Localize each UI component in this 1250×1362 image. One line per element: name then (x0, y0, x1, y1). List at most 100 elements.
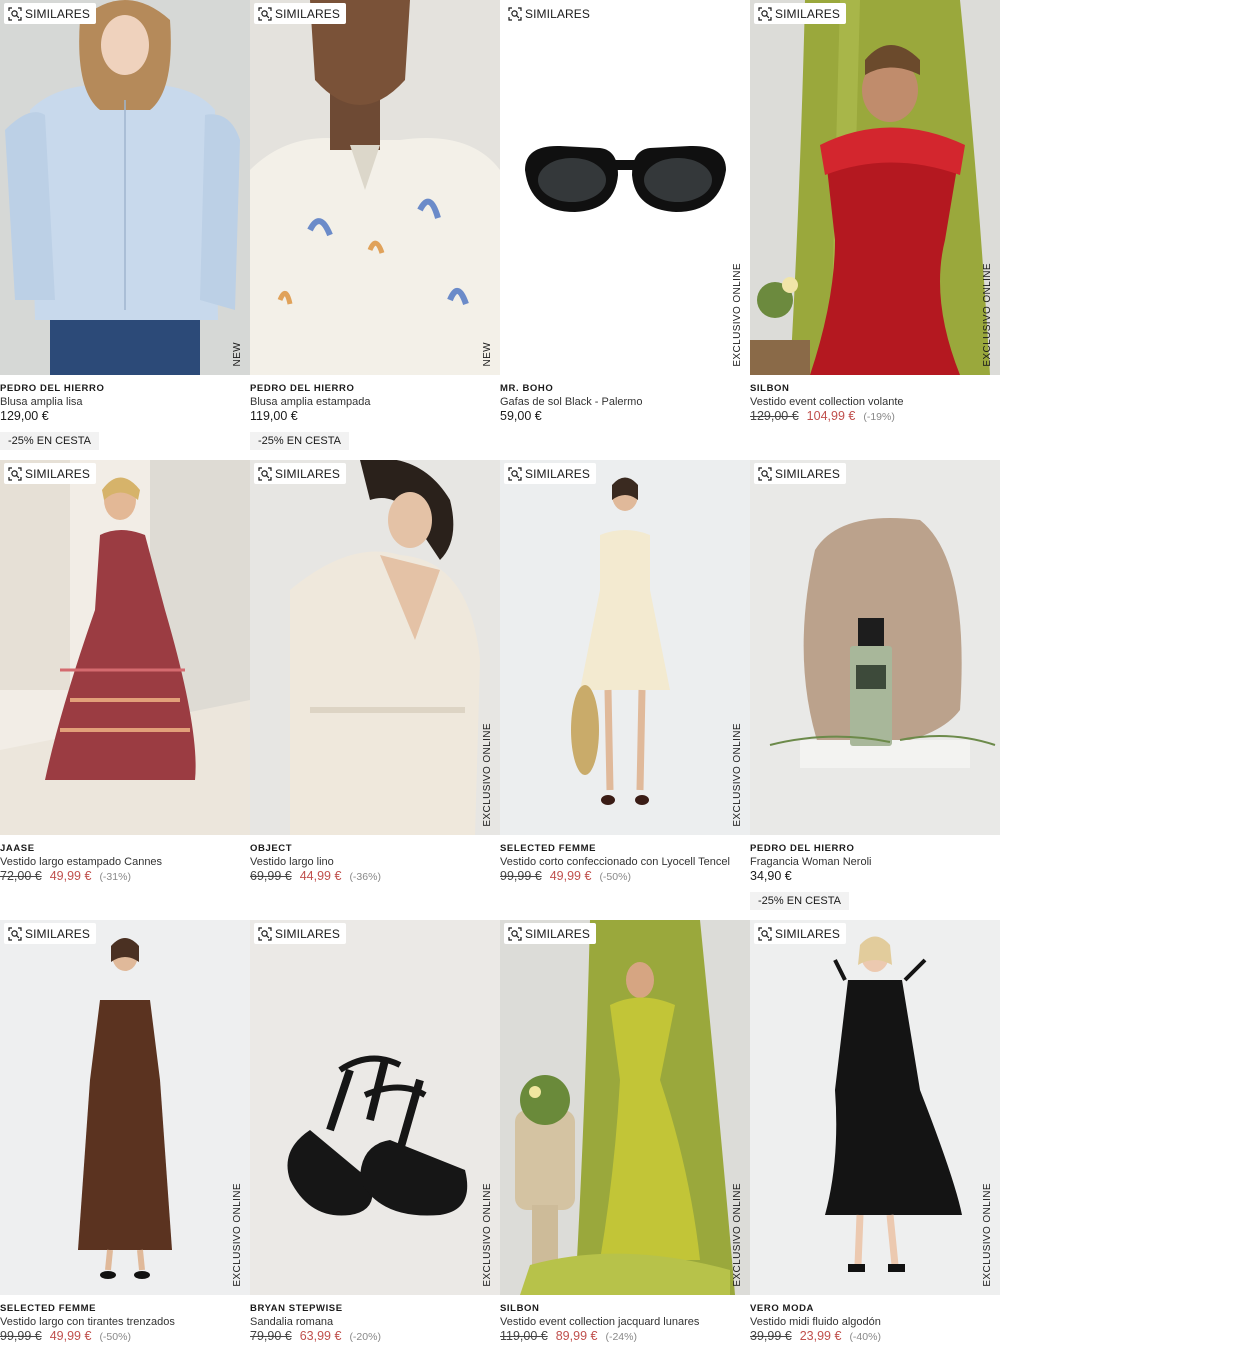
similar-button-label: SIMILARES (275, 926, 340, 941)
discount-percent: (-24%) (605, 1331, 637, 1343)
product-card[interactable]: SIMILARES EXCLUSIVO ONLINE VERO MODA Ves… (750, 920, 1000, 1345)
product-tag: EXCLUSIVO ONLINE (232, 1183, 243, 1287)
short-dress-photo (500, 460, 750, 835)
product-card[interactable]: SIMILARES JAASE Vestido largo estampado … (0, 460, 250, 885)
visual-search-icon (508, 466, 522, 481)
product-name[interactable]: Vestido event collection jacquard lunare… (500, 1315, 750, 1329)
product-name[interactable]: Gafas de sol Black - Palermo (500, 395, 750, 409)
product-card[interactable]: SIMILARES NEW PEDRO DEL HIERRO Blusa amp… (250, 0, 500, 450)
product-card[interactable]: SIMILARES NEW PEDRO DEL HIERRO Blusa amp… (0, 0, 250, 450)
similar-button[interactable]: SIMILARES (754, 3, 846, 24)
similar-button[interactable]: SIMILARES (504, 463, 596, 484)
product-image[interactable]: SIMILARES NEW (0, 0, 250, 375)
product-brand: JAASE (0, 843, 35, 854)
similar-button-label: SIMILARES (525, 926, 590, 941)
black-dress-photo (750, 920, 1000, 1295)
visual-search-icon (758, 926, 772, 941)
similar-button-label: SIMILARES (525, 466, 590, 481)
similar-button[interactable]: SIMILARES (754, 463, 846, 484)
product-card[interactable]: SIMILARES EXCLUSIVO ONLINE OBJECT Vestid… (250, 460, 500, 885)
product-image[interactable]: SIMILARES (750, 460, 1000, 835)
product-name[interactable]: Vestido midi fluido algodón (750, 1315, 1000, 1329)
sunglasses-photo (500, 0, 750, 375)
product-image[interactable]: SIMILARES EXCLUSIVO ONLINE (500, 0, 750, 375)
similar-button[interactable]: SIMILARES (254, 463, 346, 484)
woman-blouse-photo (0, 0, 250, 375)
visual-search-icon (8, 466, 22, 481)
product-brand: PEDRO DEL HIERRO (750, 843, 855, 854)
product-tag: EXCLUSIVO ONLINE (982, 1183, 993, 1287)
perfume-photo (750, 460, 1000, 835)
discount-percent: (-20%) (349, 1331, 381, 1343)
visual-search-icon (508, 926, 522, 941)
product-price: 34,90 € (750, 869, 792, 883)
product-tag: EXCLUSIVO ONLINE (732, 263, 743, 367)
original-price: 119,00 € (500, 1329, 548, 1343)
product-image[interactable]: SIMILARES EXCLUSIVO ONLINE (500, 460, 750, 835)
original-price: 72,00 € (0, 869, 42, 883)
similar-button[interactable]: SIMILARES (4, 3, 96, 24)
product-card[interactable]: SIMILARES EXCLUSIVO ONLINE SILBON Vestid… (750, 0, 1000, 425)
product-name[interactable]: Vestido event collection volante (750, 395, 1000, 409)
product-brand: SILBON (750, 383, 790, 394)
similar-button[interactable]: SIMILARES (504, 3, 596, 24)
sale-price: 44,99 € (299, 869, 342, 883)
product-price: 129,00 € (0, 409, 49, 423)
product-image[interactable]: SIMILARES NEW (250, 0, 500, 375)
product-tag: EXCLUSIVO ONLINE (482, 1183, 493, 1287)
product-brand: PEDRO DEL HIERRO (0, 383, 105, 394)
lime-dress-photo (500, 920, 750, 1295)
product-brand: MR. BOHO (500, 383, 554, 394)
product-card[interactable]: SIMILARES PEDRO DEL HIERRO Fragancia Wom… (750, 460, 1000, 910)
product-name[interactable]: Sandalia romana (250, 1315, 500, 1329)
product-name[interactable]: Vestido corto confeccionado con Lyocell … (500, 855, 750, 869)
product-name[interactable]: Vestido largo con tirantes trenzados (0, 1315, 250, 1329)
product-image[interactable]: SIMILARES EXCLUSIVO ONLINE (750, 0, 1000, 375)
product-brand: PEDRO DEL HIERRO (250, 383, 355, 394)
product-tag: EXCLUSIVO ONLINE (982, 263, 993, 367)
product-brand: VERO MODA (750, 1303, 814, 1314)
original-price: 69,99 € (250, 869, 292, 883)
product-image[interactable]: SIMILARES EXCLUSIVO ONLINE (250, 460, 500, 835)
sale-price: 49,99 € (49, 869, 92, 883)
sale-price: 49,99 € (549, 869, 592, 883)
visual-search-icon (258, 466, 272, 481)
product-card[interactable]: SIMILARES EXCLUSIVO ONLINE BRYAN STEPWIS… (250, 920, 500, 1345)
similar-button-label: SIMILARES (25, 926, 90, 941)
product-image[interactable]: SIMILARES EXCLUSIVO ONLINE (750, 920, 1000, 1295)
product-tag: NEW (482, 342, 493, 367)
visual-search-icon (258, 926, 272, 941)
product-image[interactable]: SIMILARES EXCLUSIVO ONLINE (500, 920, 750, 1295)
printed-maxi-dress-photo (0, 460, 250, 835)
visual-search-icon (758, 466, 772, 481)
product-price: 119,00 € (250, 409, 298, 423)
product-image[interactable]: SIMILARES EXCLUSIVO ONLINE (250, 920, 500, 1295)
similar-button[interactable]: SIMILARES (4, 923, 96, 944)
product-price: 59,00 € (500, 409, 542, 423)
discount-percent: (-31%) (99, 871, 131, 883)
discount-percent: (-19%) (863, 411, 895, 423)
similar-button[interactable]: SIMILARES (4, 463, 96, 484)
product-image[interactable]: SIMILARES (0, 460, 250, 835)
product-card[interactable]: SIMILARES EXCLUSIVO ONLINE SELECTED FEMM… (0, 920, 250, 1345)
similar-button-label: SIMILARES (775, 926, 840, 941)
product-brand: BRYAN STEPWISE (250, 1303, 343, 1314)
product-card[interactable]: SIMILARES EXCLUSIVO ONLINE MR. BOHO Gafa… (500, 0, 750, 424)
product-card[interactable]: SIMILARES EXCLUSIVO ONLINE SILBON Vestid… (500, 920, 750, 1345)
product-image[interactable]: SIMILARES EXCLUSIVO ONLINE (0, 920, 250, 1295)
similar-button[interactable]: SIMILARES (754, 923, 846, 944)
product-name[interactable]: Vestido largo estampado Cannes (0, 855, 250, 869)
product-name[interactable]: Blusa amplia estampada (250, 395, 500, 409)
similar-button[interactable]: SIMILARES (254, 3, 346, 24)
similar-button-label: SIMILARES (25, 6, 90, 21)
product-tag: EXCLUSIVO ONLINE (732, 1183, 743, 1287)
visual-search-icon (758, 6, 772, 21)
similar-button[interactable]: SIMILARES (504, 923, 596, 944)
product-name[interactable]: Vestido largo lino (250, 855, 500, 869)
product-card[interactable]: SIMILARES EXCLUSIVO ONLINE SELECTED FEMM… (500, 460, 750, 885)
product-name[interactable]: Fragancia Woman Neroli (750, 855, 1000, 869)
sale-price: 23,99 € (799, 1329, 842, 1343)
product-name[interactable]: Blusa amplia lisa (0, 395, 250, 409)
product-tag: NEW (232, 342, 243, 367)
similar-button[interactable]: SIMILARES (254, 923, 346, 944)
